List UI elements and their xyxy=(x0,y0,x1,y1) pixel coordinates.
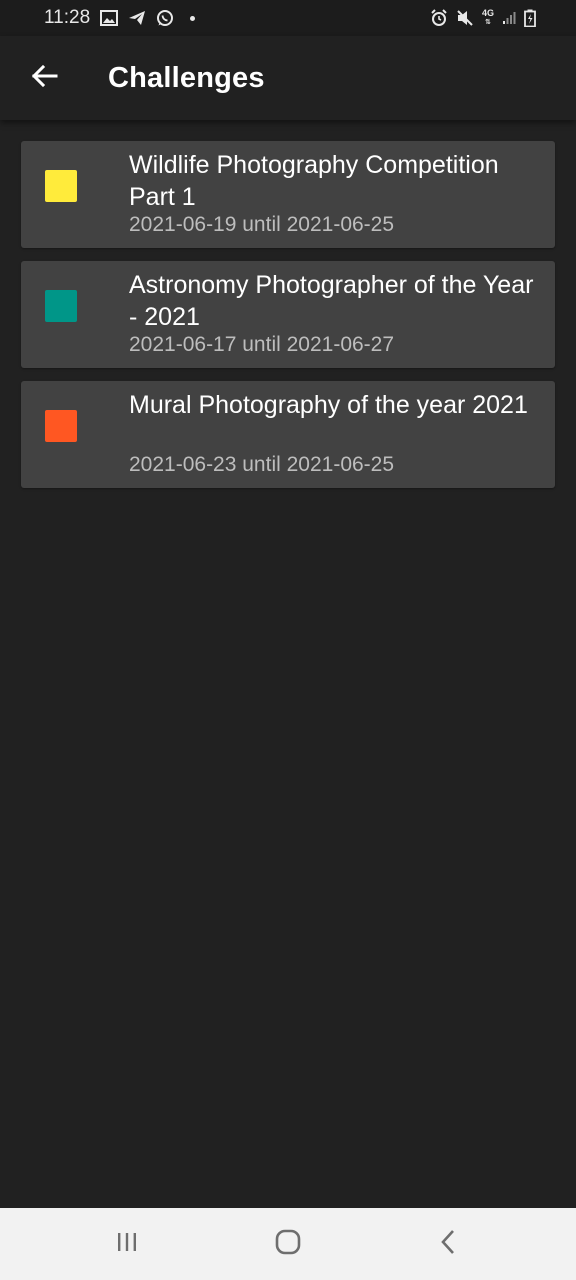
whatsapp-icon xyxy=(156,9,174,27)
arrow-left-icon xyxy=(30,62,58,95)
system-nav-bar xyxy=(0,1208,576,1280)
notification-dot-icon xyxy=(190,15,196,21)
telegram-icon xyxy=(128,10,146,26)
challenge-card[interactable]: Wildlife Photography Competition Part 1 … xyxy=(21,141,555,248)
status-time: 11:28 xyxy=(44,7,91,28)
challenge-list: Wildlife Photography Competition Part 1 … xyxy=(21,141,555,501)
mute-icon xyxy=(456,9,474,27)
challenge-title: Mural Photography of the year 2021 xyxy=(129,391,528,419)
challenge-color-swatch xyxy=(45,170,77,202)
challenge-dates: 2021-06-17 until 2021-06-27 xyxy=(129,333,395,356)
challenge-card[interactable]: Mural Photography of the year 2021 2021-… xyxy=(21,381,555,488)
back-button[interactable] xyxy=(24,58,64,98)
recents-button[interactable] xyxy=(95,1220,159,1268)
gallery-icon xyxy=(100,10,119,26)
page-title: Challenges xyxy=(108,62,265,94)
alarm-icon xyxy=(430,9,448,27)
status-bar: 11:28 4G ⇅ xyxy=(0,0,576,36)
back-chevron-icon xyxy=(437,1228,461,1261)
recents-icon xyxy=(115,1230,139,1259)
system-back-button[interactable] xyxy=(417,1220,481,1268)
challenge-color-swatch xyxy=(45,290,77,322)
challenge-color-swatch xyxy=(45,410,77,442)
network-label: 4G xyxy=(481,8,494,18)
challenge-title: Wildlife Photography Competition Part 1 xyxy=(129,151,499,211)
challenge-dates: 2021-06-19 until 2021-06-25 xyxy=(129,213,395,236)
signal-icon xyxy=(502,11,516,25)
home-button[interactable] xyxy=(256,1220,320,1268)
challenge-title: Astronomy Photographer of the Year - 202… xyxy=(129,271,534,331)
home-icon xyxy=(274,1228,302,1261)
challenge-dates: 2021-06-23 until 2021-06-25 xyxy=(129,453,395,476)
challenge-card[interactable]: Astronomy Photographer of the Year - 202… xyxy=(21,261,555,368)
4g-icon: 4G ⇅ xyxy=(481,8,494,27)
battery-icon xyxy=(524,9,536,27)
app-bar: Challenges xyxy=(0,36,576,120)
